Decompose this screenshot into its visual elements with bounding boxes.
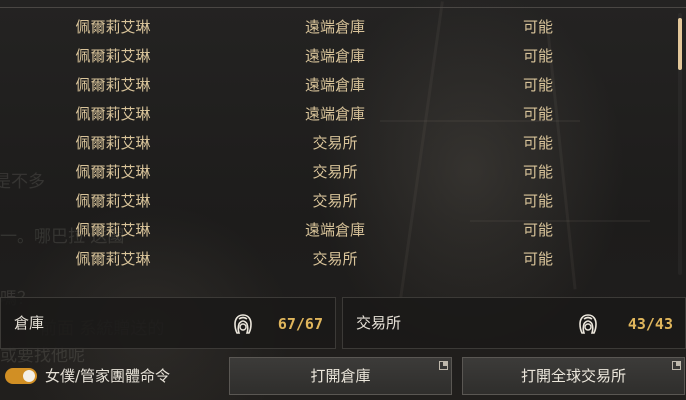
maid-status: 可能	[522, 192, 554, 210]
market-maid-panel: 交易所 43/43	[342, 297, 686, 349]
group-command-toggle[interactable]	[5, 368, 37, 384]
list-row[interactable]: 佩爾莉艾琳 遠端倉庫 可能	[0, 42, 676, 71]
maid-status: 可能	[522, 105, 554, 123]
maid-name: 佩爾莉艾琳	[75, 192, 151, 210]
maid-name: 佩爾莉艾琳	[75, 76, 151, 94]
group-command-label: 女僕/管家團體命令	[45, 367, 171, 385]
maid-name: 佩爾莉艾琳	[75, 18, 151, 36]
maid-name: 佩爾莉艾琳	[75, 221, 151, 239]
maid-list: 佩爾莉艾琳 遠端倉庫 可能 佩爾莉艾琳 遠端倉庫 可能 佩爾莉艾琳 遠端倉庫 可…	[0, 13, 676, 274]
maid-location: 交易所	[312, 192, 358, 210]
maid-location: 交易所	[312, 163, 358, 181]
maid-location: 交易所	[312, 134, 358, 152]
top-divider	[0, 7, 686, 8]
storage-label: 倉庫	[14, 314, 45, 332]
maid-location: 遠端倉庫	[304, 18, 366, 36]
maid-name: 佩爾莉艾琳	[75, 134, 151, 152]
popout-icon	[439, 361, 448, 370]
storage-maid-panel: 倉庫 67/67	[0, 297, 336, 349]
maid-location: 遠端倉庫	[304, 221, 366, 239]
open-global-market-button[interactable]: 打開全球交易所	[462, 357, 685, 395]
maid-location: 遠端倉庫	[304, 47, 366, 65]
list-row[interactable]: 佩爾莉艾琳 遠端倉庫 可能	[0, 216, 676, 245]
open-storage-button[interactable]: 打開倉庫	[229, 357, 452, 395]
list-row[interactable]: 佩爾莉艾琳 遠端倉庫 可能	[0, 71, 676, 100]
list-row[interactable]: 佩爾莉艾琳 交易所 可能	[0, 158, 676, 187]
maid-location: 交易所	[312, 250, 358, 268]
open-global-market-label: 打開全球交易所	[520, 367, 626, 385]
list-row[interactable]: 佩爾莉艾琳 交易所 可能	[0, 187, 676, 216]
scrollbar-thumb[interactable]	[678, 18, 682, 70]
maid-status: 可能	[522, 47, 554, 65]
list-row[interactable]: 佩爾莉艾琳 交易所 可能	[0, 129, 676, 158]
list-row[interactable]: 佩爾莉艾琳 遠端倉庫 可能	[0, 100, 676, 129]
maid-name: 佩爾莉艾琳	[75, 105, 151, 123]
maid-status: 可能	[522, 250, 554, 268]
maid-name: 佩爾莉艾琳	[75, 47, 151, 65]
maid-status: 可能	[522, 134, 554, 152]
maid-status: 可能	[522, 221, 554, 239]
open-storage-label: 打開倉庫	[310, 367, 371, 385]
maid-name: 佩爾莉艾琳	[75, 163, 151, 181]
maid-status: 可能	[522, 163, 554, 181]
toggle-knob	[23, 370, 35, 382]
maid-status: 可能	[522, 18, 554, 36]
maid-status: 可能	[522, 76, 554, 94]
maid-location: 遠端倉庫	[304, 76, 366, 94]
maid-location: 遠端倉庫	[304, 105, 366, 123]
market-maid-count: 43/43	[627, 315, 673, 333]
list-row[interactable]: 佩爾莉艾琳 交易所 可能	[0, 245, 676, 274]
maid-name: 佩爾莉艾琳	[75, 250, 151, 268]
storage-maid-count: 67/67	[277, 315, 323, 333]
popout-icon	[672, 361, 681, 370]
maid-icon	[579, 314, 597, 334]
maid-icon	[234, 314, 252, 334]
market-label: 交易所	[356, 314, 402, 332]
list-row[interactable]: 佩爾莉艾琳 遠端倉庫 可能	[0, 13, 676, 42]
